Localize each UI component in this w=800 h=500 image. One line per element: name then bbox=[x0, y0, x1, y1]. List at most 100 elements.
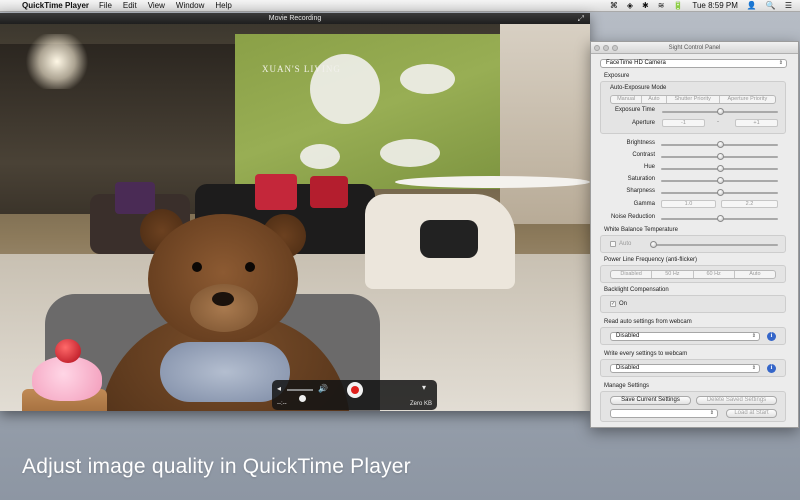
volume-low-icon: ◂ bbox=[277, 384, 282, 393]
fullscreen-icon[interactable]: ⤢ bbox=[578, 13, 584, 24]
movie-recording-window: Movie Recording ⤢ XUAN'S LIVING bbox=[0, 13, 590, 411]
options-dropdown-icon[interactable]: ▾ bbox=[422, 383, 426, 392]
menu-edit[interactable]: Edit bbox=[123, 1, 137, 10]
white-balance-auto-row: Auto bbox=[610, 241, 631, 247]
minimize-button[interactable] bbox=[603, 45, 609, 51]
power-line-group: Disabled 50 Hz 60 Hz Auto bbox=[600, 265, 786, 283]
select-arrow-icon: ⇕ bbox=[709, 410, 714, 416]
power-line-50hz[interactable]: 50 Hz bbox=[652, 271, 694, 278]
power-line-disabled[interactable]: Disabled bbox=[611, 271, 653, 278]
noise-reduction-knob[interactable] bbox=[716, 215, 724, 222]
write-every-select[interactable]: Disabled ⇕ bbox=[610, 364, 760, 373]
sharpness-slider[interactable] bbox=[661, 189, 778, 196]
right-wall bbox=[500, 24, 590, 224]
hue-slider[interactable] bbox=[661, 165, 778, 172]
read-auto-select[interactable]: Disabled ⇕ bbox=[610, 332, 760, 341]
wall-flower bbox=[300, 144, 340, 169]
file-size: Zero KB bbox=[409, 401, 432, 407]
brightness-slider[interactable] bbox=[661, 141, 778, 148]
saturation-knob[interactable] bbox=[716, 177, 724, 184]
read-auto-info-button[interactable]: i bbox=[767, 332, 776, 341]
volume-slider[interactable] bbox=[287, 389, 313, 402]
sharpness-label: Sharpness bbox=[626, 188, 655, 194]
saturation-label: Saturation bbox=[627, 176, 655, 182]
elapsed-time: --:-- bbox=[277, 401, 287, 407]
battery-icon[interactable]: 🔋 bbox=[673, 1, 683, 10]
load-at-start-button[interactable]: Load at Start bbox=[726, 409, 777, 418]
white-balance-label: White Balance Temperature bbox=[604, 227, 678, 233]
mode-auto[interactable]: Auto bbox=[642, 96, 667, 103]
white-balance-group: Auto bbox=[600, 235, 786, 253]
delete-saved-settings-button[interactable]: Delete Saved Settings bbox=[696, 396, 777, 405]
bluetooth-icon[interactable]: ✱ bbox=[642, 1, 649, 10]
wifi-icon[interactable]: ≋ bbox=[658, 1, 665, 10]
app-status-icon[interactable]: ◈ bbox=[627, 1, 633, 10]
record-dot-icon bbox=[351, 386, 359, 394]
recording-controller: ◂ 🔊 ▾ --:-- Zero KB bbox=[272, 380, 437, 410]
status-area: ⌘ ◈ ✱ ≋ 🔋 Tue 8:59 PM 👤 🔍 ☰ bbox=[610, 1, 792, 10]
manage-settings-label: Manage Settings bbox=[604, 383, 650, 389]
read-auto-value: Disabled bbox=[616, 333, 640, 339]
write-every-info-button[interactable]: i bbox=[767, 364, 776, 373]
volume-slider-knob[interactable] bbox=[299, 395, 306, 402]
saved-settings-select[interactable]: ⇕ bbox=[610, 409, 718, 418]
backlight-on-checkbox[interactable]: ✓ bbox=[610, 301, 616, 307]
auto-exposure-mode-label: Auto-Exposure Mode bbox=[610, 85, 667, 91]
camera-preview: XUAN'S LIVING bbox=[0, 24, 590, 411]
white-balance-knob[interactable] bbox=[650, 241, 657, 248]
menubar-clock[interactable]: Tue 8:59 PM bbox=[692, 1, 738, 10]
cupcake-cherry bbox=[55, 339, 81, 363]
power-line-auto[interactable]: Auto bbox=[735, 271, 775, 278]
zoom-button[interactable] bbox=[612, 45, 618, 51]
chandelier bbox=[22, 34, 92, 89]
power-line-60hz[interactable]: 60 Hz bbox=[694, 271, 735, 278]
hue-label: Hue bbox=[643, 164, 655, 170]
pillow bbox=[310, 176, 348, 208]
save-current-settings-button[interactable]: Save Current Settings bbox=[610, 396, 691, 405]
menu-window[interactable]: Window bbox=[176, 1, 204, 10]
movie-titlebar[interactable]: Movie Recording ⤢ bbox=[0, 13, 590, 24]
brightness-knob[interactable] bbox=[716, 141, 724, 148]
exposure-time-label: Exposure Time bbox=[614, 107, 655, 113]
notification-center-icon[interactable]: ☰ bbox=[785, 1, 792, 10]
panel-title: Sight Control Panel bbox=[668, 45, 721, 51]
auto-exposure-mode-segmented: Manual Auto Shutter Priority Aperture Pr… bbox=[610, 95, 776, 104]
mode-aperture-priority[interactable]: Aperture Priority bbox=[720, 96, 775, 103]
brightness-label: Brightness bbox=[626, 140, 655, 146]
teddy-bear-eye bbox=[192, 262, 202, 272]
camera-status-icon[interactable]: ⌘ bbox=[610, 1, 618, 10]
power-line-segmented: Disabled 50 Hz 60 Hz Auto bbox=[610, 270, 776, 279]
white-balance-auto-checkbox[interactable] bbox=[610, 241, 616, 247]
sharpness-knob[interactable] bbox=[716, 189, 724, 196]
spotlight-search-icon[interactable]: 🔍 bbox=[766, 1, 776, 10]
manage-settings-group: Save Current Settings Delete Saved Setti… bbox=[600, 391, 786, 422]
exposure-time-slider[interactable] bbox=[662, 108, 778, 115]
close-button[interactable] bbox=[594, 45, 600, 51]
panel-titlebar[interactable]: Sight Control Panel bbox=[591, 42, 798, 54]
camera-select-value: FaceTime HD Camera bbox=[606, 60, 666, 66]
contrast-slider[interactable] bbox=[661, 153, 778, 160]
teddy-bear-eye bbox=[245, 262, 255, 272]
menu-help[interactable]: Help bbox=[215, 1, 231, 10]
noise-reduction-slider[interactable] bbox=[661, 215, 778, 222]
mode-manual[interactable]: Manual bbox=[611, 96, 643, 103]
white-balance-slider[interactable] bbox=[650, 241, 778, 248]
record-button[interactable] bbox=[347, 382, 363, 398]
promo-caption: Adjust image quality in QuickTime Player bbox=[22, 455, 411, 478]
menu-file[interactable]: File bbox=[99, 1, 112, 10]
contrast-knob[interactable] bbox=[716, 153, 724, 160]
saturation-slider[interactable] bbox=[661, 177, 778, 184]
menu-view[interactable]: View bbox=[148, 1, 165, 10]
app-menu[interactable]: QuickTime Player bbox=[22, 1, 89, 10]
exposure-time-knob[interactable] bbox=[717, 108, 724, 115]
mode-shutter-priority[interactable]: Shutter Priority bbox=[667, 96, 720, 103]
window-controls bbox=[594, 45, 618, 51]
gamma-min-field: 1.0 bbox=[661, 200, 716, 208]
round-table bbox=[395, 176, 590, 188]
wall-flower bbox=[400, 64, 455, 94]
armchair-cushion bbox=[420, 220, 478, 258]
user-icon[interactable]: 👤 bbox=[747, 1, 757, 10]
camera-select[interactable]: FaceTime HD Camera ⇕ bbox=[600, 59, 787, 68]
hue-knob[interactable] bbox=[716, 165, 724, 172]
white-balance-auto-label: Auto bbox=[619, 241, 632, 247]
